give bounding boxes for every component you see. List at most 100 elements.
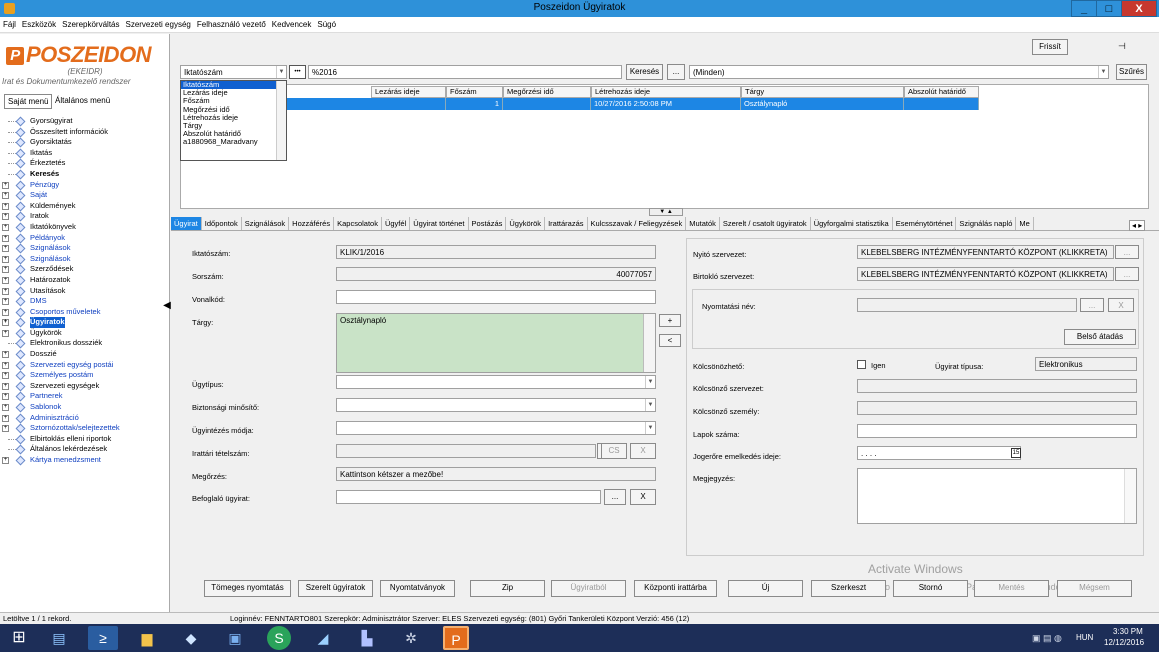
tree-item[interactable]: + Iratok [2, 211, 168, 222]
irattari-clear-button[interactable]: X [630, 443, 656, 459]
cancel-button[interactable]: Mégsem [1057, 580, 1132, 597]
tab-item[interactable]: Ügyirat történet [410, 217, 469, 230]
expand-icon[interactable]: + [2, 223, 9, 231]
expand-icon[interactable]: + [2, 329, 9, 337]
expand-icon[interactable]: + [2, 361, 9, 369]
language-indicator[interactable]: HUN [1076, 633, 1093, 642]
tree-item[interactable]: + Iktatókönyvek [2, 222, 168, 233]
tree-item[interactable]: Érkeztetés [2, 158, 168, 169]
app-icon-2[interactable]: ▣ [220, 626, 250, 650]
col-header[interactable]: Lezárás ideje [371, 86, 446, 98]
new-button[interactable]: Új [728, 580, 803, 597]
app-icon-4[interactable]: ◢ [308, 626, 338, 650]
tree-item[interactable]: Elbirtoklás elleni riportok [2, 434, 168, 445]
col-header[interactable]: Tárgy [741, 86, 904, 98]
powershell-icon[interactable]: ≥ [88, 626, 118, 650]
expand-icon[interactable]: + [2, 213, 9, 221]
menu-org-unit[interactable]: Szervezeti egység [122, 17, 193, 32]
tree-item[interactable]: + Sztornózottak/selejtezettek [2, 423, 168, 434]
ugyintezes-select[interactable]: ▼ [336, 421, 656, 435]
app-icon-5[interactable]: ▙ [352, 626, 382, 650]
tree-item[interactable]: Elektronikus dossziék [2, 338, 168, 349]
menu-role-switch[interactable]: Szerepkörváltás [59, 17, 122, 32]
tab-item[interactable]: Szignálás napló [956, 217, 1017, 230]
search-input[interactable]: %2016 [308, 65, 622, 79]
chevron-down-icon[interactable]: ▼ [645, 376, 655, 388]
tree-item[interactable]: + Csoportos műveletek [2, 307, 168, 318]
tree-item[interactable]: + Partnerek [2, 391, 168, 402]
mass-print-button[interactable]: Tömeges nyomtatás [204, 580, 291, 597]
expand-icon[interactable]: + [2, 457, 9, 464]
kolcson-checkbox[interactable] [857, 360, 866, 369]
textarea-scrollbar[interactable] [643, 314, 655, 372]
app-icon-1[interactable]: ◆ [176, 626, 206, 650]
befoglalo-field[interactable] [336, 490, 601, 504]
col-header[interactable]: Abszolút határidő [904, 86, 979, 98]
expand-icon[interactable]: + [2, 255, 9, 263]
tree-item[interactable]: + Sablonok [2, 402, 168, 413]
dropdown-option[interactable]: a1880968_Maradvany [181, 138, 286, 146]
tray-icons[interactable]: ▣ ▤ ◍ [1032, 633, 1062, 644]
central-archive-button[interactable]: Központi irattárba [634, 580, 717, 597]
expand-icon[interactable]: + [2, 298, 9, 306]
nyomtatasi-more-button[interactable]: ... [1080, 298, 1104, 312]
jogerore-field[interactable]: . . . . [857, 446, 1021, 460]
tab-item[interactable]: Eseménytörténet [893, 217, 957, 230]
col-header[interactable]: Létrehozás ideje [591, 86, 741, 98]
menu-file[interactable]: Fájl [0, 17, 19, 32]
lapok-field[interactable] [857, 424, 1137, 438]
chevron-down-icon[interactable]: ▼ [645, 422, 655, 434]
tree-item[interactable]: Keresés [2, 169, 168, 180]
tree-item[interactable]: + Szignálások [2, 254, 168, 265]
megorzes-field[interactable]: Kattintson kétszer a mezőbe! [336, 467, 656, 481]
expand-icon[interactable]: + [2, 393, 9, 401]
tree-item[interactable]: Gyorsügyirat [2, 116, 168, 127]
filter-button[interactable]: Szűrés [1116, 64, 1147, 80]
cancel-record-button[interactable]: Stornó [893, 580, 968, 597]
tab-item[interactable]: Időpontok [202, 217, 242, 230]
biztonsagi-select[interactable]: ▼ [336, 398, 656, 412]
settings-icon[interactable]: ✲ [396, 626, 426, 650]
tree-item[interactable]: + Dosszié [2, 349, 168, 360]
expand-icon[interactable]: + [2, 382, 9, 390]
chevron-down-icon[interactable]: ▼ [276, 66, 286, 78]
tab-item[interactable]: Postázás [469, 217, 507, 230]
tab-item[interactable]: Me [1016, 217, 1034, 230]
poszeidon-icon[interactable]: P [443, 626, 469, 650]
tree-item[interactable]: + Ügykörök [2, 328, 168, 339]
vonalkod-field[interactable] [336, 290, 656, 304]
start-icon[interactable]: ⊞ [4, 626, 34, 650]
targy-add-icon[interactable]: + [659, 314, 681, 327]
search-button[interactable]: Keresés [626, 64, 663, 80]
expand-icon[interactable]: + [2, 245, 9, 253]
tab-item[interactable]: Kapcsolatok [334, 217, 382, 230]
from-file-button[interactable]: Ügyiratból [551, 580, 626, 597]
tab-item[interactable]: Ügyforgalmi statisztika [811, 217, 893, 230]
minimize-button[interactable]: _ [1071, 0, 1097, 17]
tree-item[interactable]: Iktatás [2, 148, 168, 159]
tree-item[interactable]: + Kártya menedzsment [2, 455, 168, 466]
targy-textarea[interactable]: Osztálynapló [336, 313, 656, 373]
tree-item[interactable]: Összesített információk [2, 127, 168, 138]
megjegyzes-textarea[interactable] [857, 468, 1137, 524]
expand-icon[interactable]: + [2, 404, 9, 412]
server-manager-icon[interactable]: ▤ [44, 626, 74, 650]
nyito-more-button[interactable]: ... [1115, 245, 1139, 259]
tab-item[interactable]: Hozzáférés [289, 217, 335, 230]
search-options-button[interactable]: ••• [289, 65, 306, 79]
tab-item[interactable]: Szignálások [242, 217, 290, 230]
tree-item[interactable]: + Pénzügy [2, 180, 168, 191]
expand-icon[interactable]: + [2, 372, 9, 380]
dropdown-scrollbar[interactable] [276, 81, 286, 160]
tab-scroll-icon[interactable]: ◂ ▸ [1129, 220, 1146, 231]
close-button[interactable]: X [1121, 0, 1157, 17]
search-more-button[interactable]: ... [667, 64, 685, 80]
ugytipus-select[interactable]: ▼ [336, 375, 656, 389]
tree-item[interactable]: + Saját [2, 190, 168, 201]
expand-icon[interactable]: + [2, 351, 9, 359]
befoglalo-clear-button[interactable]: X [630, 489, 656, 505]
expand-icon[interactable]: + [2, 192, 9, 200]
expand-icon[interactable]: + [2, 308, 9, 316]
expand-icon[interactable]: + [2, 414, 9, 422]
tree-item[interactable]: + Példányok [2, 233, 168, 244]
